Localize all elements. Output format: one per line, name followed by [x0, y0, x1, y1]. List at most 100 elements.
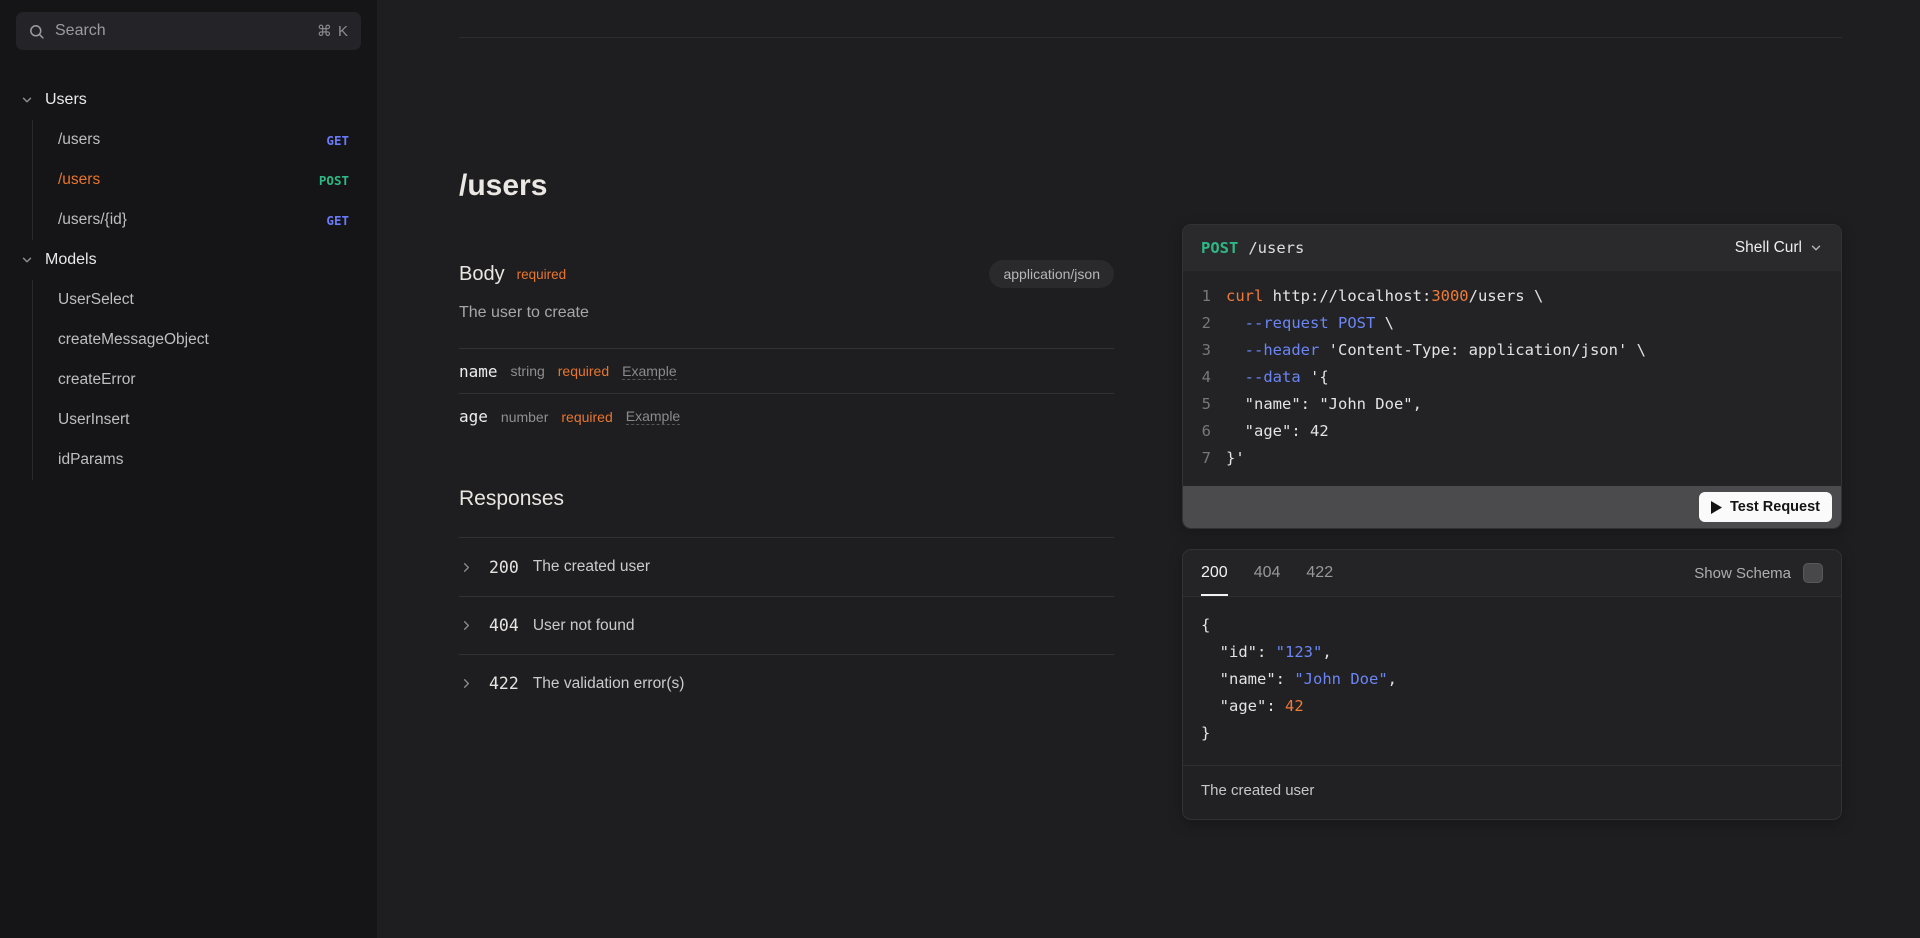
search-icon — [28, 23, 45, 40]
response-card-header: 200 404 422 Show Schema — [1183, 550, 1841, 597]
response-json-block: { "id": "123", "name": "John Doe", "age"… — [1183, 597, 1841, 765]
app-root: Search ⌘ K Users/usersGET/usersPOST/user… — [0, 0, 1920, 938]
code-line: "id": "123", — [1201, 639, 1823, 666]
method-badge-get: GET — [326, 213, 349, 228]
field-example-link[interactable]: Example — [622, 363, 676, 380]
play-icon — [1711, 501, 1722, 514]
example-panel: POST /users Shell Curl 1curl http://loca… — [1182, 38, 1842, 820]
code-line: 5 "name": "John Doe", — [1199, 391, 1825, 418]
code-line: "name": "John Doe", — [1201, 666, 1823, 693]
line-number: 1 — [1199, 283, 1211, 310]
sidebar-section-label: Models — [45, 251, 97, 269]
method-badge-post: POST — [319, 173, 349, 188]
show-schema-checkbox[interactable] — [1803, 563, 1823, 583]
response-row-422[interactable]: 422The validation error(s) — [459, 654, 1114, 712]
client-selector-dropdown[interactable]: Shell Curl — [1735, 239, 1823, 257]
search-input[interactable]: Search ⌘ K — [16, 12, 361, 50]
sidebar-item-label: UserInsert — [58, 411, 349, 429]
body-section-header: Body required application/json — [459, 260, 1114, 288]
line-number: 5 — [1199, 391, 1211, 418]
line-number: 6 — [1199, 418, 1211, 445]
field-row-name: namestringrequiredExample — [459, 349, 1114, 394]
field-required-flag: required — [561, 409, 612, 425]
response-description-text: User not found — [533, 617, 635, 635]
chevron-down-icon — [20, 93, 34, 107]
request-example-card: POST /users Shell Curl 1curl http://loca… — [1182, 224, 1842, 529]
sidebar-item-createerror[interactable]: createError — [33, 360, 377, 400]
code-line: 1curl http://localhost:3000/users \ — [1199, 283, 1825, 310]
responses-list: 200 The created user 404User not found422T… — [459, 537, 1114, 712]
tab-404[interactable]: 404 — [1254, 550, 1281, 596]
line-number: 4 — [1199, 364, 1211, 391]
sidebar-nav: Users/usersGET/usersPOST/users/{id}GETMo… — [0, 80, 377, 480]
field-row-age: age number required Example — [459, 394, 1114, 439]
request-method: POST — [1201, 239, 1238, 257]
response-row-200[interactable]: 200 The created user — [459, 538, 1114, 596]
code-line: 3 --header 'Content-Type: application/js… — [1199, 337, 1825, 364]
show-schema-label: Show Schema — [1694, 565, 1791, 582]
sidebar-item-label: UserSelect — [58, 291, 349, 309]
request-card-footer: Test Request — [1183, 486, 1841, 528]
response-status-tabs: 200 404 422 — [1201, 550, 1333, 596]
code-line: "age": 42 — [1201, 693, 1823, 720]
sidebar-item-userinsert[interactable]: UserInsert — [33, 400, 377, 440]
response-status-code: 200 — [489, 558, 519, 577]
content-type-badge: application/json — [989, 260, 1114, 288]
line-number: 2 — [1199, 310, 1211, 337]
field-name: name — [459, 362, 498, 381]
sidebar-item-usersid[interactable]: /users/{id}GET — [33, 200, 377, 240]
sidebar-section-models[interactable]: Models — [0, 240, 377, 280]
line-number: 3 — [1199, 337, 1211, 364]
page-title: /users — [459, 169, 1114, 203]
response-description-text: The created user — [533, 558, 650, 576]
client-selector-label: Shell Curl — [1735, 239, 1802, 257]
search-placeholder: Search — [55, 22, 317, 40]
sidebar-item-label: idParams — [58, 451, 349, 469]
response-description-text: The validation error(s) — [533, 675, 685, 693]
responses-title: Responses — [459, 487, 1114, 511]
sidebar-item-label: /users — [58, 131, 326, 149]
response-description: The created user — [1183, 765, 1841, 819]
tab-422[interactable]: 422 — [1306, 550, 1333, 596]
main-content: /users Body required application/json Th… — [377, 0, 1920, 938]
chevron-right-icon — [459, 676, 474, 691]
sidebar-item-label: /users — [58, 171, 319, 189]
body-description: The user to create — [459, 304, 1114, 322]
field-required-flag: required — [558, 363, 609, 379]
search-shortcut-badge: ⌘ K — [317, 22, 349, 40]
tab-200[interactable]: 200 — [1201, 550, 1228, 596]
chevron-right-icon — [459, 560, 474, 575]
show-schema-toggle[interactable]: Show Schema — [1694, 563, 1823, 583]
code-line: 6 "age": 42 — [1199, 418, 1825, 445]
sidebar-section-label: Users — [45, 91, 87, 109]
chevron-down-icon — [1809, 241, 1823, 255]
request-signature: POST /users — [1201, 239, 1304, 257]
sidebar-item-idparams[interactable]: idParams — [33, 440, 377, 480]
operation-details: /users Body required application/json Th… — [459, 38, 1114, 820]
test-request-button[interactable]: Test Request — [1699, 492, 1832, 522]
body-required-flag: required — [517, 267, 567, 282]
sidebar-item-users[interactable]: /usersPOST — [33, 160, 377, 200]
sidebar: Search ⌘ K Users/usersGET/usersPOST/user… — [0, 0, 377, 938]
sidebar-item-createmessageobject[interactable]: createMessageObject — [33, 320, 377, 360]
chevron-down-icon — [20, 253, 34, 267]
sidebar-section-users[interactable]: Users — [0, 80, 377, 120]
field-type: number — [501, 409, 548, 425]
sidebar-item-userselect[interactable]: UserSelect — [33, 280, 377, 320]
field-name: age — [459, 407, 488, 426]
sidebar-section-items-models: UserSelect createMessageObject createError… — [32, 280, 377, 480]
test-request-label: Test Request — [1730, 499, 1820, 515]
chevron-right-icon — [459, 618, 474, 633]
response-row-404[interactable]: 404User not found — [459, 596, 1114, 654]
code-line: } — [1201, 720, 1823, 747]
sidebar-item-label: /users/{id} — [58, 211, 326, 229]
sidebar-item-label: createMessageObject — [58, 331, 349, 349]
body-label: Body — [459, 263, 505, 286]
code-line: 4 --data '{ — [1199, 364, 1825, 391]
method-badge-get: GET — [326, 133, 349, 148]
field-example-link[interactable]: Example — [626, 408, 680, 425]
code-line: { — [1201, 612, 1823, 639]
code-line: 2 --request POST \ — [1199, 310, 1825, 337]
sidebar-item-users[interactable]: /usersGET — [33, 120, 377, 160]
request-code-block: 1curl http://localhost:3000/users \2 --r… — [1183, 271, 1841, 486]
